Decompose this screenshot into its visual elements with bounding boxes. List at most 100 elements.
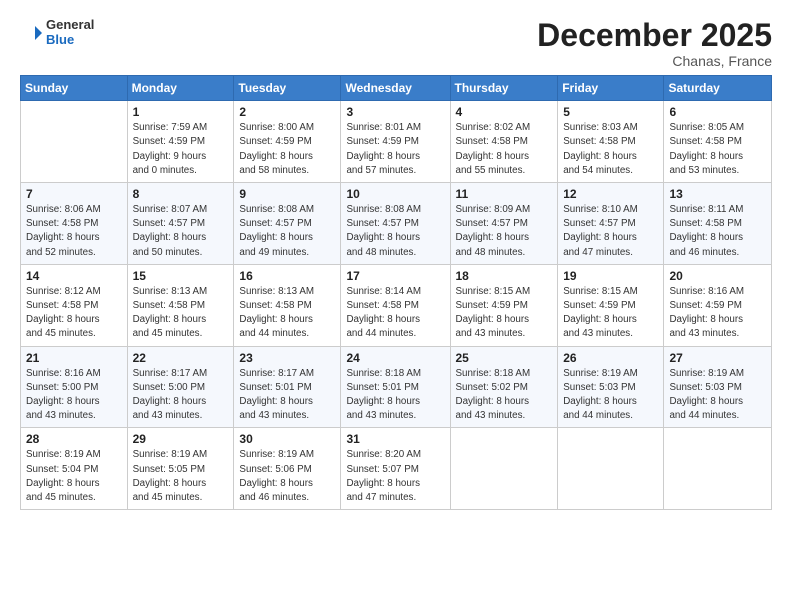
day-info: Sunrise: 8:10 AM Sunset: 4:57 PM Dayligh… [563,203,658,260]
day-info: Sunrise: 8:17 AM Sunset: 5:00 PM Dayligh… [133,367,229,424]
calendar-cell: 13 Sunrise: 8:11 AM Sunset: 4:58 PM Dayli… [664,183,772,265]
day-info: Sunrise: 8:18 AM Sunset: 5:02 PM Dayligh… [456,367,553,424]
day-number: 24 [346,351,444,365]
day-number: 12 [563,187,658,201]
day-info: Sunrise: 8:08 AM Sunset: 4:57 PM Dayligh… [346,203,444,260]
day-info: Sunrise: 7:59 AM Sunset: 4:59 PM Dayligh… [133,121,229,178]
day-number: 20 [669,269,766,283]
day-info: Sunrise: 8:05 AM Sunset: 4:58 PM Dayligh… [669,121,766,178]
day-number: 19 [563,269,658,283]
day-number: 18 [456,269,553,283]
day-info: Sunrise: 8:12 AM Sunset: 4:58 PM Dayligh… [26,285,122,342]
calendar-cell: 16 Sunrise: 8:13 AM Sunset: 4:58 PM Dayli… [234,264,341,346]
day-number: 11 [456,187,553,201]
calendar-cell: 12 Sunrise: 8:10 AM Sunset: 4:57 PM Dayli… [558,183,664,265]
day-info: Sunrise: 8:19 AM Sunset: 5:03 PM Dayligh… [669,367,766,424]
calendar-cell: 10Sunrise: 8:08 AM Sunset: 4:57 PM Dayli… [341,183,450,265]
day-number: 9 [239,187,335,201]
calendar-cell [664,428,772,510]
calendar-week-row: 14 Sunrise: 8:12 AM Sunset: 4:58 PM Dayli… [21,264,772,346]
day-number: 8 [133,187,229,201]
day-info: Sunrise: 8:11 AM Sunset: 4:58 PM Dayligh… [669,203,766,260]
calendar-cell: 24 Sunrise: 8:18 AM Sunset: 5:01 PM Dayli… [341,346,450,428]
day-info: Sunrise: 8:19 AM Sunset: 5:03 PM Dayligh… [563,367,658,424]
day-number: 17 [346,269,444,283]
day-info: Sunrise: 8:01 AM Sunset: 4:59 PM Dayligh… [346,121,444,178]
weekday-header: Friday [558,76,664,101]
calendar-cell: 26Sunrise: 8:19 AM Sunset: 5:03 PM Dayli… [558,346,664,428]
weekday-header: Wednesday [341,76,450,101]
calendar-cell: 30 Sunrise: 8:19 AM Sunset: 5:06 PM Dayli… [234,428,341,510]
calendar-cell: 1 Sunrise: 7:59 AM Sunset: 4:59 PM Daylig… [127,101,234,183]
calendar-cell: 23 Sunrise: 8:17 AM Sunset: 5:01 PM Dayli… [234,346,341,428]
calendar-cell: 7 Sunrise: 8:06 AM Sunset: 4:58 PM Daylig… [21,183,128,265]
day-info: Sunrise: 8:09 AM Sunset: 4:57 PM Dayligh… [456,203,553,260]
calendar-cell: 19 Sunrise: 8:15 AM Sunset: 4:59 PM Dayli… [558,264,664,346]
calendar-cell: 31Sunrise: 8:20 AM Sunset: 5:07 PM Dayli… [341,428,450,510]
day-number: 25 [456,351,553,365]
day-info: Sunrise: 8:20 AM Sunset: 5:07 PM Dayligh… [346,448,444,505]
day-number: 15 [133,269,229,283]
calendar-cell: 14 Sunrise: 8:12 AM Sunset: 4:58 PM Dayli… [21,264,128,346]
calendar-cell: 15Sunrise: 8:13 AM Sunset: 4:58 PM Dayli… [127,264,234,346]
day-number: 22 [133,351,229,365]
day-info: Sunrise: 8:19 AM Sunset: 5:04 PM Dayligh… [26,448,122,505]
day-info: Sunrise: 8:08 AM Sunset: 4:57 PM Dayligh… [239,203,335,260]
calendar-cell: 11 Sunrise: 8:09 AM Sunset: 4:57 PM Dayli… [450,183,558,265]
page: General Blue December 2025 Chanas, Franc… [0,0,792,612]
calendar-cell [450,428,558,510]
day-number: 27 [669,351,766,365]
day-number: 4 [456,105,553,119]
day-info: Sunrise: 8:15 AM Sunset: 4:59 PM Dayligh… [456,285,553,342]
day-number: 1 [133,105,229,119]
header: General Blue December 2025 Chanas, Franc… [20,18,772,69]
day-info: Sunrise: 8:03 AM Sunset: 4:58 PM Dayligh… [563,121,658,178]
day-number: 21 [26,351,122,365]
calendar-cell: 21 Sunrise: 8:16 AM Sunset: 5:00 PM Dayli… [21,346,128,428]
calendar-week-row: 7 Sunrise: 8:06 AM Sunset: 4:58 PM Daylig… [21,183,772,265]
logo-blue: Blue [46,33,94,48]
calendar-cell: 27 Sunrise: 8:19 AM Sunset: 5:03 PM Dayli… [664,346,772,428]
weekday-header: Sunday [21,76,128,101]
calendar-week-row: 1 Sunrise: 7:59 AM Sunset: 4:59 PM Daylig… [21,101,772,183]
day-number: 7 [26,187,122,201]
day-info: Sunrise: 8:00 AM Sunset: 4:59 PM Dayligh… [239,121,335,178]
day-number: 16 [239,269,335,283]
day-number: 30 [239,432,335,446]
calendar-cell: 25 Sunrise: 8:18 AM Sunset: 5:02 PM Dayli… [450,346,558,428]
day-number: 23 [239,351,335,365]
calendar-cell: 2Sunrise: 8:00 AM Sunset: 4:59 PM Daylig… [234,101,341,183]
logo-svg [20,22,42,44]
calendar-cell: 6 Sunrise: 8:05 AM Sunset: 4:58 PM Daylig… [664,101,772,183]
calendar-cell [558,428,664,510]
day-info: Sunrise: 8:02 AM Sunset: 4:58 PM Dayligh… [456,121,553,178]
logo-general: General [46,18,94,33]
calendar-cell: 3 Sunrise: 8:01 AM Sunset: 4:59 PM Daylig… [341,101,450,183]
day-info: Sunrise: 8:17 AM Sunset: 5:01 PM Dayligh… [239,367,335,424]
day-info: Sunrise: 8:18 AM Sunset: 5:01 PM Dayligh… [346,367,444,424]
logo: General Blue [20,18,94,48]
day-number: 13 [669,187,766,201]
day-info: Sunrise: 8:19 AM Sunset: 5:06 PM Dayligh… [239,448,335,505]
day-number: 14 [26,269,122,283]
calendar-cell: 18 Sunrise: 8:15 AM Sunset: 4:59 PM Dayli… [450,264,558,346]
weekday-row: SundayMondayTuesdayWednesdayThursdayFrid… [21,76,772,101]
calendar-cell: 9 Sunrise: 8:08 AM Sunset: 4:57 PM Daylig… [234,183,341,265]
day-info: Sunrise: 8:13 AM Sunset: 4:58 PM Dayligh… [239,285,335,342]
month-title: December 2025 [537,18,772,53]
calendar-week-row: 28Sunrise: 8:19 AM Sunset: 5:04 PM Dayli… [21,428,772,510]
day-info: Sunrise: 8:16 AM Sunset: 5:00 PM Dayligh… [26,367,122,424]
calendar-cell: 17Sunrise: 8:14 AM Sunset: 4:58 PM Dayli… [341,264,450,346]
day-number: 3 [346,105,444,119]
day-number: 6 [669,105,766,119]
location: Chanas, France [537,53,772,69]
calendar-week-row: 21 Sunrise: 8:16 AM Sunset: 5:00 PM Dayli… [21,346,772,428]
day-info: Sunrise: 8:15 AM Sunset: 4:59 PM Dayligh… [563,285,658,342]
title-block: December 2025 Chanas, France [537,18,772,69]
calendar-cell: 28Sunrise: 8:19 AM Sunset: 5:04 PM Dayli… [21,428,128,510]
day-info: Sunrise: 8:06 AM Sunset: 4:58 PM Dayligh… [26,203,122,260]
calendar-cell [21,101,128,183]
weekday-header: Monday [127,76,234,101]
calendar-cell: 8Sunrise: 8:07 AM Sunset: 4:57 PM Daylig… [127,183,234,265]
calendar-table: SundayMondayTuesdayWednesdayThursdayFrid… [20,75,772,510]
